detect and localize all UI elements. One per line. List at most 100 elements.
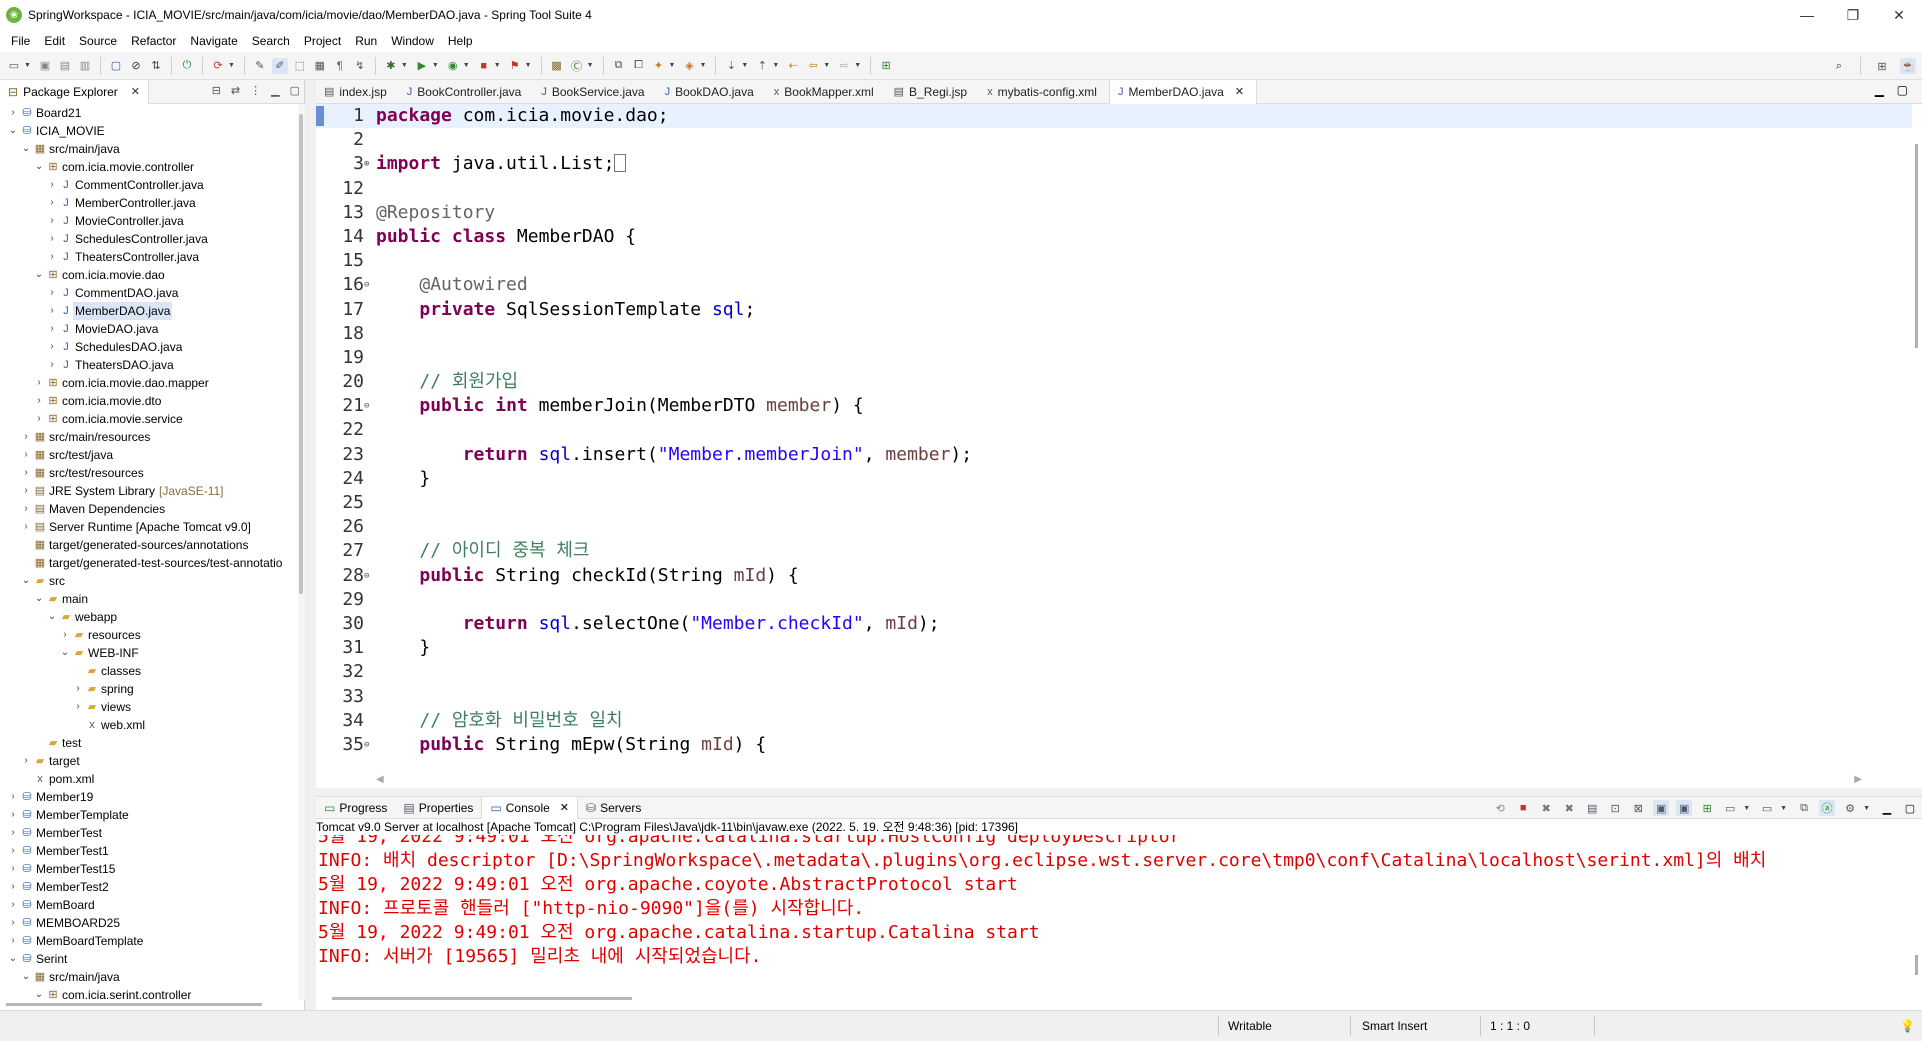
tree-item-pom-xml[interactable]: x pom.xml	[0, 770, 298, 788]
menu-refactor[interactable]: Refactor	[124, 34, 183, 48]
tree-item-commentdao-java[interactable]: › J CommentDAO.java	[0, 284, 298, 302]
external-tools-dropdown-icon[interactable]: ▼	[525, 62, 532, 69]
chevron-down-icon[interactable]: ⌄	[8, 122, 18, 140]
tree-item-src-main-java[interactable]: ⌄ ▦ src/main/java	[0, 968, 298, 986]
display-console-icon[interactable]: ▭	[1722, 800, 1738, 816]
chevron-right-icon[interactable]: ›	[8, 104, 18, 122]
toggle-word-wrap-icon[interactable]: ▦	[312, 58, 328, 74]
skip-breakpoints-icon[interactable]: ⊘	[128, 58, 144, 74]
tree-item-resources[interactable]: › ▰ resources	[0, 626, 298, 644]
open-task-icon[interactable]: ⧠	[631, 58, 647, 74]
new-java-package-icon[interactable]: ▩	[549, 58, 565, 74]
menu-search[interactable]: Search	[245, 34, 297, 48]
tree-item-classes[interactable]: ▰ classes	[0, 662, 298, 680]
chevron-down-icon[interactable]: ⌄	[8, 950, 18, 968]
tree-item-main[interactable]: ⌄ ▰ main	[0, 590, 298, 608]
chevron-right-icon[interactable]: ›	[8, 860, 18, 878]
sequence-icon[interactable]: ⇅	[148, 58, 164, 74]
coverage-icon[interactable]: ◉	[445, 58, 461, 74]
chevron-down-icon[interactable]: ⌄	[21, 140, 31, 158]
tree-item-spring[interactable]: › ▰ spring	[0, 680, 298, 698]
collapse-all-icon[interactable]: ⊟	[212, 84, 221, 97]
copy-icon[interactable]: ⧉	[1796, 800, 1812, 816]
new-icon[interactable]: ▭	[6, 58, 22, 74]
new-dropdown-icon[interactable]: ▼	[24, 62, 31, 69]
tree-item-board21[interactable]: › ⛁ Board21	[0, 104, 298, 122]
search-dropdown-icon[interactable]: ▼	[669, 62, 676, 69]
tree-item-com-icia-movie-service[interactable]: › ⊞ com.icia.movie.service	[0, 410, 298, 428]
editor-vertical-scrollbar[interactable]	[1912, 104, 1922, 758]
run-dropdown-icon[interactable]: ▼	[432, 62, 439, 69]
run-icon[interactable]: ▶	[414, 58, 430, 74]
tab-package-explorer[interactable]: ⊟ Package Explorer ✕	[0, 79, 149, 104]
tree-item-schedulescontroller-java[interactable]: › J SchedulesController.java	[0, 230, 298, 248]
collapse-fold-icon[interactable]: ⊖	[364, 273, 374, 297]
reload-icon[interactable]: ⟲	[1492, 800, 1508, 816]
chevron-right-icon[interactable]: ›	[47, 338, 57, 356]
tree-horizontal-scrollbar[interactable]	[0, 1000, 298, 1010]
tree-item-memboard25[interactable]: › ⛁ MEMBOARD25	[0, 914, 298, 932]
status-insert-mode[interactable]: Smart Insert	[1362, 1019, 1427, 1033]
close-icon[interactable]: ✕	[131, 85, 140, 98]
tree-item-com-icia-movie-controller[interactable]: ⌄ ⊞ com.icia.movie.controller	[0, 158, 298, 176]
open-console-dropdown-icon[interactable]: ▭	[1759, 800, 1775, 816]
tree-item-webapp[interactable]: ⌄ ▰ webapp	[0, 608, 298, 626]
chevron-down-icon[interactable]: ⌄	[34, 590, 44, 608]
close-button[interactable]: ✕	[1876, 0, 1922, 30]
code-editor[interactable]: 1 package com.icia.movie.dao; 2 3 ⊕ import ja…	[316, 104, 1912, 758]
editor-tab-b-regi-jsp[interactable]: ▤ B_Regi.jsp	[886, 80, 979, 104]
editor-tab-index-jsp[interactable]: ▤ index.jsp	[316, 80, 399, 104]
minimize-console-icon[interactable]: ▁	[1879, 800, 1895, 816]
tree-item-serint[interactable]: ⌄ ⛁ Serint	[0, 950, 298, 968]
chevron-right-icon[interactable]: ›	[47, 356, 57, 374]
chevron-right-icon[interactable]: ›	[8, 842, 18, 860]
tree-item-src[interactable]: ⌄ ▰ src	[0, 572, 298, 590]
tree-item-membertest15[interactable]: › ⛁ MemberTest15	[0, 860, 298, 878]
coverage-dropdown-icon[interactable]: ▼	[463, 62, 470, 69]
show-stderr-icon[interactable]: ▣	[1676, 800, 1693, 816]
save-all-icon[interactable]: ▤	[57, 58, 73, 74]
chevron-right-icon[interactable]: ›	[34, 392, 44, 410]
menu-edit[interactable]: Edit	[37, 34, 72, 48]
editor-horizontal-scrollbar[interactable]: ◀ ▶	[316, 772, 1922, 786]
chevron-right-icon[interactable]: ›	[47, 212, 57, 230]
browser-dropdown-icon[interactable]: ▼	[699, 62, 706, 69]
chevron-right-icon[interactable]: ›	[47, 230, 57, 248]
tree-item-test[interactable]: ▰ test	[0, 734, 298, 752]
stop-icon[interactable]: ■	[476, 58, 492, 74]
next-annotation-dropdown-icon[interactable]: ▼	[741, 62, 748, 69]
maximize-editor-icon[interactable]: ▢	[1897, 83, 1908, 97]
tree-item-web-inf[interactable]: ⌄ ▰ WEB-INF	[0, 644, 298, 662]
chevron-down-icon[interactable]: ⌄	[34, 266, 44, 284]
tree-item-com-icia-movie-dao[interactable]: ⌄ ⊞ com.icia.movie.dao	[0, 266, 298, 284]
word-wrap-icon[interactable]: ⊠	[1630, 800, 1646, 816]
chevron-down-icon[interactable]: ⌄	[21, 572, 31, 590]
chevron-down-icon[interactable]: ⌄	[34, 986, 44, 1000]
tree-item-memboard[interactable]: › ⛁ MemBoard	[0, 896, 298, 914]
chevron-right-icon[interactable]: ›	[60, 626, 70, 644]
chevron-right-icon[interactable]: ›	[8, 914, 18, 932]
expand-fold-icon[interactable]: ⊕	[364, 152, 374, 176]
external-tools-icon[interactable]: ⚑	[507, 58, 523, 74]
console-horizontal-scrollbar[interactable]	[332, 997, 632, 1000]
tree-vertical-scrollbar[interactable]	[298, 104, 305, 1000]
relaunch-icon[interactable]: ⟳	[210, 58, 226, 74]
chevron-right-icon[interactable]: ›	[34, 410, 44, 428]
tree-item-moviecontroller-java[interactable]: › J MovieController.java	[0, 212, 298, 230]
tree-item-src-main-resources[interactable]: › ▦ src/main/resources	[0, 428, 298, 446]
tree-item-membertest[interactable]: › ⛁ MemberTest	[0, 824, 298, 842]
tree-item-target-generated-test-sources-test-annotatio[interactable]: ▦ target/generated-test-sources/test-anno…	[0, 554, 298, 572]
menu-source[interactable]: Source	[72, 34, 124, 48]
chevron-right-icon[interactable]: ›	[47, 176, 57, 194]
collapse-fold-icon[interactable]: ⊖	[364, 733, 374, 757]
tip-bulb-icon[interactable]: 💡	[1900, 1019, 1915, 1033]
tree-item-com-icia-movie-dto[interactable]: › ⊞ com.icia.movie.dto	[0, 392, 298, 410]
new-java-class-icon[interactable]: Ⓒ	[569, 58, 585, 74]
chevron-right-icon[interactable]: ›	[47, 284, 57, 302]
toggle-mark-occurrences-icon[interactable]: ✎	[252, 58, 268, 74]
tree-item-schedulesdao-java[interactable]: › J SchedulesDAO.java	[0, 338, 298, 356]
pin-editor-icon[interactable]: ⊞	[878, 58, 894, 74]
tree-item-jre-system-library[interactable]: › ▤ JRE System Library [JavaSE-11]	[0, 482, 298, 500]
minimize-button[interactable]: —	[1784, 0, 1830, 30]
terminate-icon[interactable]: ■	[1515, 800, 1531, 816]
